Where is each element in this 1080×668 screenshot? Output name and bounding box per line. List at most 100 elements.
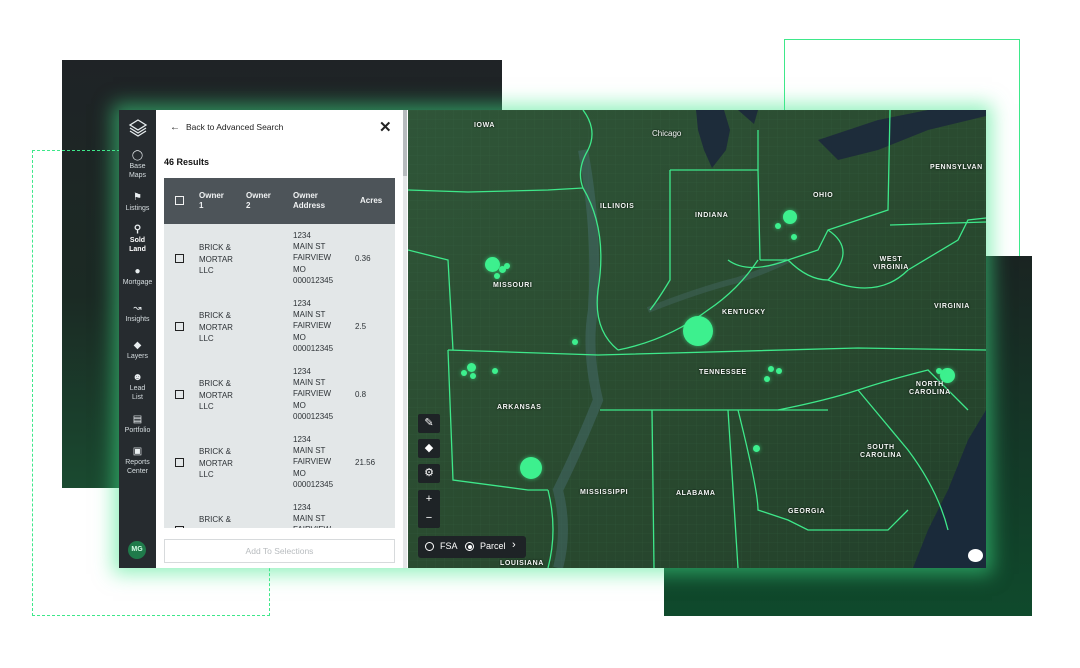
ruler-icon[interactable]: ✎ xyxy=(418,414,440,433)
row-checkbox[interactable] xyxy=(175,322,184,331)
sold-land-marker[interactable] xyxy=(492,368,498,374)
sold-land-marker[interactable] xyxy=(940,368,955,383)
label-illinois: ILLINOIS xyxy=(600,203,635,210)
row-checkbox[interactable] xyxy=(175,458,184,467)
label-arkansas: ARKANSAS xyxy=(497,404,542,411)
owner-1-cell: BRICK & MORTAR LLC xyxy=(199,311,233,343)
flag-icon: ⚑ xyxy=(133,192,142,203)
label-virginia: VIRGINIA xyxy=(934,303,970,310)
layers-icon: ◆ xyxy=(133,340,142,351)
owner-address-cell: 1234 MAIN ST FAIRVIEW MO 000012345 xyxy=(293,299,334,353)
column-header-owner-address[interactable]: Owner Address xyxy=(293,191,325,211)
sidebar: ◯ Base Maps ⚑ Listings ⚲ Sold Land ● Mor… xyxy=(119,110,156,568)
results-table: Owner 1 Owner 2 Owner Address Acres BRIC… xyxy=(164,178,395,528)
sold-land-marker[interactable] xyxy=(494,273,500,279)
table-row[interactable]: BRICK & MORTAR LLC 1234 MAIN ST FAIRVIEW… xyxy=(164,292,395,360)
label-indiana: INDIANA xyxy=(695,212,729,219)
arrow-left-icon: ← xyxy=(170,122,180,133)
owner-address-cell: 1234 MAIN ST FAIRVIEW MO 000012345 xyxy=(293,435,334,489)
chevron-right-icon[interactable]: › xyxy=(512,539,516,551)
close-icon[interactable]: ✕ xyxy=(379,118,392,136)
sold-land-marker[interactable] xyxy=(467,363,476,372)
sold-land-marker[interactable] xyxy=(461,370,467,376)
table-row[interactable]: BRICK & MORTAR 1234 MAIN ST FAIRVIEW xyxy=(164,496,395,528)
avatar[interactable]: MG xyxy=(128,541,146,559)
select-all-checkbox[interactable] xyxy=(175,196,184,205)
chat-bubble-icon[interactable] xyxy=(968,549,983,562)
owner-1-cell: BRICK & MORTAR LLC xyxy=(199,379,233,411)
briefcase-icon: ▣ xyxy=(132,446,143,457)
sidebar-item-mortgage[interactable]: ● Mortgage xyxy=(119,266,156,287)
owner-1-cell: BRICK & MORTAR xyxy=(199,515,233,528)
sold-land-marker[interactable] xyxy=(775,223,781,229)
zoom-out-button[interactable]: − xyxy=(418,509,440,528)
sidebar-item-layers[interactable]: ◆ Layers xyxy=(119,340,156,361)
results-panel: ← Back to Advanced Search ✕ 46 Results Ow… xyxy=(156,110,408,568)
column-header-acres[interactable]: Acres xyxy=(360,196,382,206)
sold-land-marker[interactable] xyxy=(485,257,500,272)
acres-cell: 2.5 xyxy=(355,322,367,331)
column-header-owner-2[interactable]: Owner 2 xyxy=(246,191,271,211)
table-row[interactable]: BRICK & MORTAR LLC 1234 MAIN ST FAIRVIEW… xyxy=(164,360,395,428)
sold-land-marker[interactable] xyxy=(764,376,770,382)
sidebar-item-base-maps[interactable]: ◯ Base Maps xyxy=(119,150,156,180)
sold-land-marker[interactable] xyxy=(783,210,797,224)
person-icon: ☻ xyxy=(132,372,143,383)
owner-1-cell: BRICK & MORTAR LLC xyxy=(199,243,233,275)
layers-icon[interactable]: ◆ xyxy=(418,439,440,458)
sidebar-item-insights[interactable]: ↝ Insights xyxy=(119,303,156,324)
label-ohio: OHIO xyxy=(813,192,834,199)
map-icon: ▤ xyxy=(132,414,143,425)
sidebar-item-reports-center[interactable]: ▣ Reports Center xyxy=(119,446,156,476)
label-kentucky: KENTUCKY xyxy=(722,309,766,316)
sold-land-marker[interactable] xyxy=(504,263,510,269)
sold-land-marker[interactable] xyxy=(470,373,476,379)
marketing-stage: ◯ Base Maps ⚑ Listings ⚲ Sold Land ● Mor… xyxy=(0,0,1080,668)
label-mississippi: MISSISSIPPI xyxy=(580,489,629,496)
column-header-owner-1[interactable]: Owner 1 xyxy=(199,191,224,211)
add-to-selections-button[interactable]: Add To Selections xyxy=(164,539,395,563)
app-window: ◯ Base Maps ⚑ Listings ⚲ Sold Land ● Mor… xyxy=(119,110,986,568)
label-chicago: Chicago xyxy=(652,129,682,138)
acres-cell: 0.8 xyxy=(355,390,367,399)
sold-land-marker[interactable] xyxy=(768,366,774,372)
parcel-mode-toggle: FSA Parcel › xyxy=(418,536,526,558)
sidebar-item-sold-land[interactable]: ⚲ Sold Land xyxy=(119,224,156,254)
parcel-radio[interactable] xyxy=(465,542,474,551)
chart-icon: ↝ xyxy=(133,303,142,314)
sold-land-marker[interactable] xyxy=(791,234,797,240)
table-row[interactable]: BRICK & MORTAR LLC 1234 MAIN ST FAIRVIEW… xyxy=(164,428,395,496)
zoom-in-button[interactable]: + xyxy=(418,490,440,509)
panel-scrollbar[interactable] xyxy=(403,110,407,568)
acres-cell: 21.56 xyxy=(355,458,376,467)
sold-land-marker[interactable] xyxy=(520,457,542,479)
fsa-radio[interactable] xyxy=(425,542,434,551)
owner-address-cell: 1234 MAIN ST FAIRVIEW xyxy=(293,503,331,528)
scrollbar-thumb[interactable] xyxy=(403,110,407,176)
owner-address-cell: 1234 MAIN ST FAIRVIEW MO 000012345 xyxy=(293,367,334,421)
map-pin-icon: ⚲ xyxy=(133,224,142,235)
row-checkbox[interactable] xyxy=(175,254,184,263)
globe-icon: ◯ xyxy=(131,150,144,161)
map-view[interactable]: IOWA Chicago OHIO PENNSYLVAN ILLINOIS IN… xyxy=(408,110,986,568)
label-alabama: ALABAMA xyxy=(676,490,716,497)
label-south-carolina: SOUTH CAROLINA xyxy=(860,444,902,459)
gear-icon[interactable]: ⚙ xyxy=(418,464,440,483)
sidebar-item-lead-list[interactable]: ☻ Lead List xyxy=(119,372,156,402)
row-checkbox[interactable] xyxy=(175,526,184,528)
dollar-icon: ● xyxy=(134,266,141,277)
sold-land-marker[interactable] xyxy=(683,316,713,346)
back-link[interactable]: ← Back to Advanced Search xyxy=(170,122,283,133)
sold-land-marker[interactable] xyxy=(572,339,578,345)
sold-land-marker[interactable] xyxy=(776,368,782,374)
label-pennsylvania: PENNSYLVAN xyxy=(930,164,983,171)
sidebar-item-portfolio[interactable]: ▤ Portfolio xyxy=(119,414,156,435)
acres-cell: 0.36 xyxy=(355,254,371,263)
app-logo-icon[interactable] xyxy=(128,118,148,138)
table-row[interactable]: BRICK & MORTAR LLC 1234 MAIN ST FAIRVIEW… xyxy=(164,224,395,292)
sold-land-marker[interactable] xyxy=(753,445,760,452)
sidebar-item-listings[interactable]: ⚑ Listings xyxy=(119,192,156,213)
row-checkbox[interactable] xyxy=(175,390,184,399)
sold-land-marker[interactable] xyxy=(936,368,942,374)
label-missouri: MISSOURI xyxy=(493,282,533,289)
